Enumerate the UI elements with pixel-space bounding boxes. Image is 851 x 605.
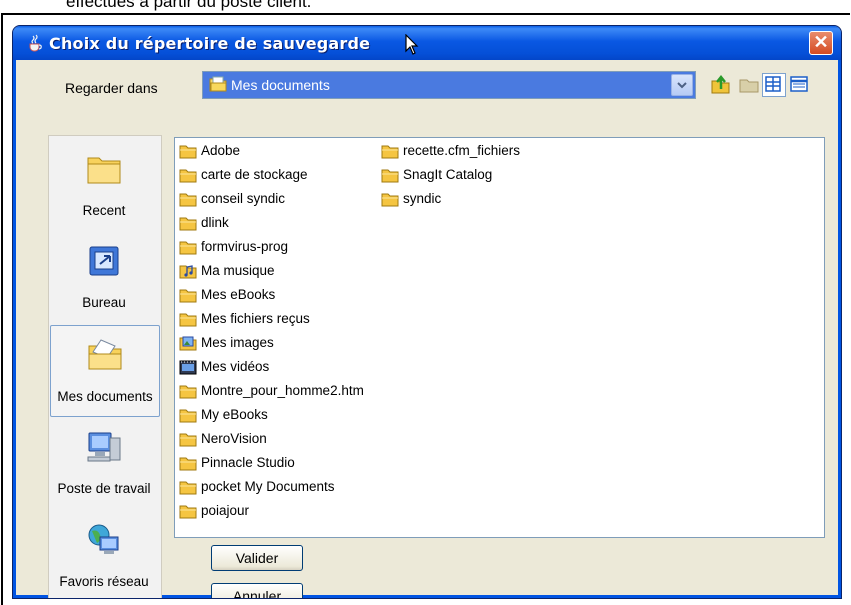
videos-folder-icon — [179, 360, 197, 375]
dialog-client-area: Regarder dans Mes documents Recent Burea… — [17, 60, 837, 598]
folder-icon — [179, 289, 197, 303]
list-view-button[interactable] — [762, 73, 786, 97]
folder-icon — [381, 145, 399, 159]
music-folder-icon — [179, 265, 197, 279]
java-cup-icon — [29, 34, 42, 52]
folder-icon — [179, 145, 197, 159]
folder-icon — [179, 313, 197, 327]
folder-icon — [179, 169, 197, 183]
up-folder-button[interactable] — [710, 73, 732, 95]
folder-icon — [179, 505, 197, 519]
file-list[interactable]: Adobe carte de stockage conseil syndic d… — [174, 137, 825, 538]
close-icon: ✕ — [813, 32, 829, 52]
place-recent[interactable]: Recent — [50, 140, 158, 230]
look-in-selected: Mes documents — [231, 77, 330, 93]
new-folder-icon — [739, 79, 759, 93]
place-my-computer[interactable]: Poste de travail — [50, 418, 158, 508]
new-folder-button[interactable] — [738, 73, 760, 95]
place-network[interactable]: Favoris réseau — [50, 511, 158, 598]
dialog-title: Choix du répertoire de sauvegarde — [49, 34, 371, 53]
title-bar[interactable]: Choix du répertoire de sauvegarde ✕ — [13, 26, 841, 60]
combobox-dropdown-button[interactable] — [671, 74, 693, 96]
my-documents-icon — [88, 339, 122, 370]
folder-icon — [179, 457, 197, 471]
folder-icon — [179, 241, 197, 255]
folder-icon — [179, 385, 197, 399]
list-view-icon — [765, 76, 781, 92]
up-folder-icon — [711, 74, 730, 94]
look-in-label: Regarder dans — [65, 80, 158, 96]
my-computer-icon — [87, 432, 121, 462]
pictures-folder-icon — [179, 336, 197, 351]
folder-icon — [381, 193, 399, 207]
places-bar: Recent Bureau Mes documents Poste de tra… — [48, 135, 162, 598]
network-icon — [88, 524, 119, 554]
recent-folder-icon — [87, 157, 121, 184]
folder-icon — [381, 169, 399, 183]
place-label: Mes documents — [57, 389, 153, 404]
look-in-combobox[interactable]: Mes documents — [202, 71, 696, 99]
cancel-button[interactable]: Annuler — [211, 583, 303, 598]
folder-icon — [179, 409, 197, 423]
details-view-icon — [790, 76, 808, 92]
document-frame-left — [1, 13, 3, 605]
folder-icon — [179, 481, 197, 495]
document-frame-top — [1, 13, 850, 15]
save-directory-dialog: Choix du répertoire de sauvegarde ✕ Rega… — [12, 25, 842, 599]
my-documents-icon — [209, 76, 227, 92]
place-label: Recent — [82, 203, 126, 218]
validate-button[interactable]: Valider — [211, 545, 303, 571]
place-my-documents[interactable]: Mes documents — [50, 325, 160, 417]
chevron-down-icon — [677, 82, 687, 89]
folder-icon — [179, 433, 197, 447]
place-label: Favoris réseau — [59, 574, 149, 589]
folder-icon — [179, 217, 197, 231]
place-desktop[interactable]: Bureau — [50, 232, 158, 322]
desktop-icon — [89, 246, 119, 276]
folder-icon — [179, 193, 197, 207]
close-button[interactable]: ✕ — [809, 31, 833, 55]
place-label: Bureau — [82, 295, 126, 310]
mouse-cursor-icon — [405, 34, 419, 55]
details-view-button[interactable] — [788, 73, 810, 95]
place-label: Poste de travail — [57, 481, 151, 496]
document-caption: effectués à partir du poste client. — [66, 0, 312, 11]
